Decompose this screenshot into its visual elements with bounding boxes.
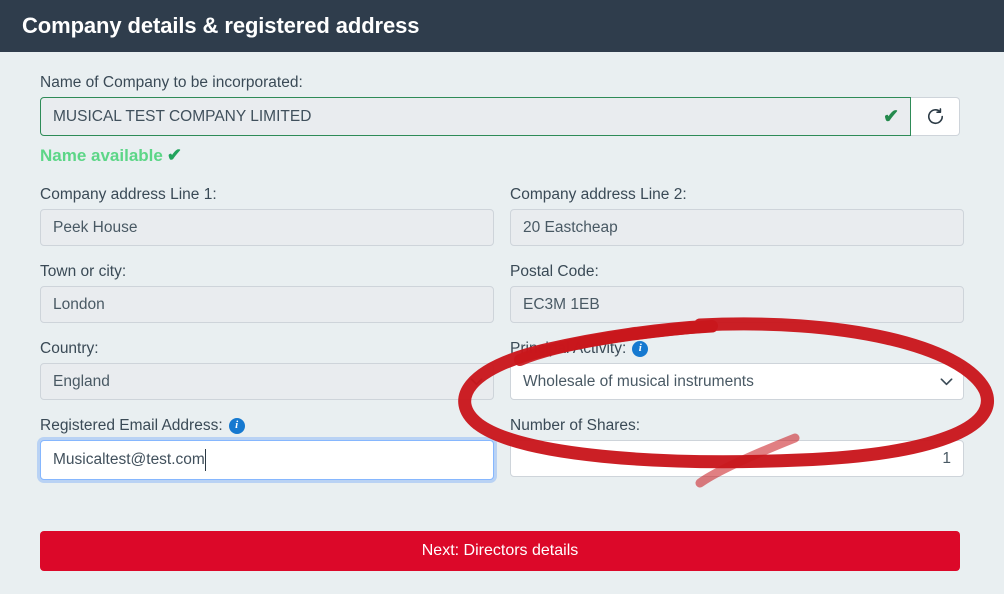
registered-email-input[interactable] — [40, 440, 494, 481]
country-selected-value: England — [53, 372, 110, 390]
country-field: Country: England — [40, 340, 494, 401]
availability-check-icon: ✔ — [166, 145, 182, 166]
next-directors-details-button[interactable]: Next: Directors details — [40, 531, 960, 571]
page-root: Company details & registered address Nam… — [0, 0, 1004, 594]
company-name-input[interactable] — [40, 97, 911, 137]
principal-activity-field: Principal Activity: i Wholesale of music… — [510, 340, 964, 401]
principal-activity-label: Principal Activity: i — [510, 340, 964, 357]
address-line-2-label: Company address Line 2: — [510, 186, 687, 204]
town-or-city-field: Town or city: — [40, 263, 494, 324]
postal-code-field: Postal Code: — [510, 263, 964, 324]
name-availability-status: Name available ✔ — [40, 145, 964, 166]
email-shares-row: Registered Email Address: i Number of Sh… — [40, 417, 964, 481]
country-select-wrap: England — [40, 363, 494, 401]
principal-activity-label-text: Principal Activity: — [510, 340, 627, 358]
company-name-input-wrap: ✔ — [40, 97, 911, 137]
address-line-2-input[interactable] — [510, 209, 964, 247]
number-of-shares-field: Number of Shares: — [510, 417, 964, 480]
address-line-1-input[interactable] — [40, 209, 494, 247]
town-or-city-input[interactable] — [40, 286, 494, 324]
page-title: Company details & registered address — [22, 13, 420, 38]
number-of-shares-label: Number of Shares: — [510, 417, 641, 435]
page-header: Company details & registered address — [0, 0, 1004, 52]
refresh-icon — [927, 108, 943, 125]
company-name-field-group: Name of Company to be incorporated: ✔ Na… — [40, 74, 964, 166]
refresh-name-check-button[interactable] — [911, 97, 960, 137]
postal-code-label: Postal Code: — [510, 263, 599, 281]
principal-activity-info-icon[interactable]: i — [632, 340, 649, 357]
registered-email-input-wrap — [40, 440, 494, 481]
company-details-form: Name of Company to be incorporated: ✔ Na… — [24, 52, 980, 594]
address-lines-row: Company address Line 1: Company address … — [40, 186, 964, 247]
name-valid-check-icon: ✔ — [883, 106, 899, 128]
registered-email-label-text: Registered Email Address: — [40, 417, 223, 435]
principal-activity-select[interactable]: Wholesale of musical instruments — [510, 363, 964, 401]
town-postcode-row: Town or city: Postal Code: — [40, 263, 964, 324]
country-select[interactable]: England — [40, 363, 494, 401]
address-line-1-field: Company address Line 1: — [40, 186, 494, 247]
principal-activity-select-wrap: Wholesale of musical instruments — [510, 363, 964, 401]
town-or-city-label: Town or city: — [40, 263, 127, 281]
company-name-label: Name of Company to be incorporated: — [40, 74, 303, 91]
principal-activity-selected-value: Wholesale of musical instruments — [523, 372, 754, 390]
address-line-2-field: Company address Line 2: — [510, 186, 964, 247]
text-cursor — [204, 449, 206, 472]
country-label: Country: — [40, 340, 99, 358]
address-line-1-label: Company address Line 1: — [40, 186, 217, 204]
registered-email-label: Registered Email Address: i — [40, 417, 494, 434]
registered-email-field: Registered Email Address: i — [40, 417, 494, 481]
name-availability-text: Name available — [40, 145, 163, 165]
number-of-shares-input[interactable] — [510, 440, 964, 478]
registered-email-info-icon[interactable]: i — [228, 417, 245, 434]
postal-code-input[interactable] — [510, 286, 964, 324]
country-activity-row: Country: England Principal Activity: i W… — [40, 340, 964, 401]
company-name-input-group: ✔ — [40, 97, 960, 137]
